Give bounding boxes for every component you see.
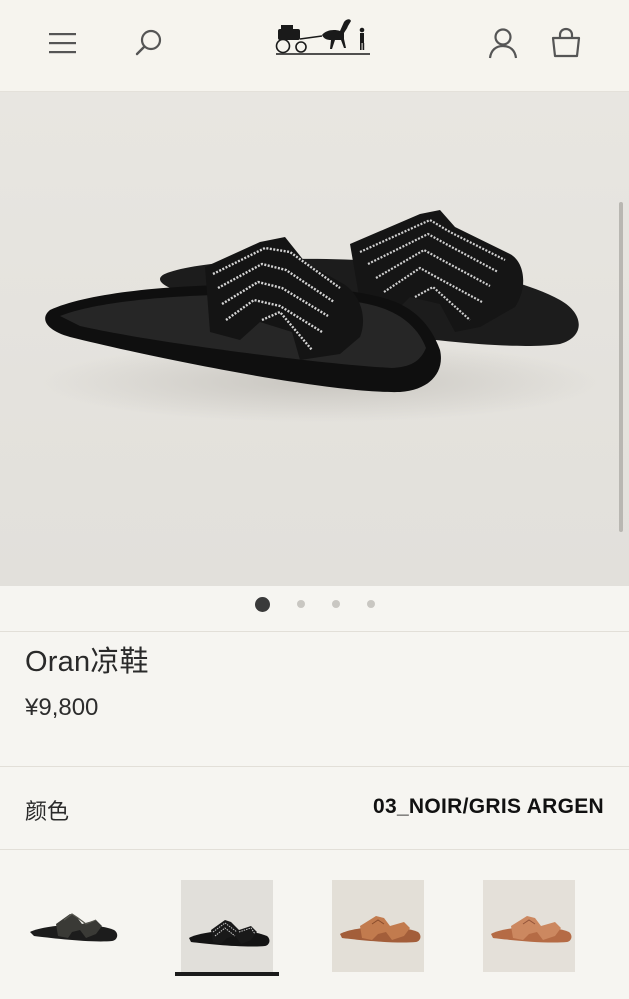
color-swatch-black-crystal[interactable] <box>181 880 273 972</box>
color-label: 颜色 <box>25 799 70 824</box>
top-header <box>0 0 629 92</box>
carousel-dots <box>0 594 629 614</box>
hamburger-menu-icon <box>49 33 76 54</box>
divider <box>0 766 629 767</box>
selected-swatch-indicator <box>175 972 279 976</box>
color-swatch-tan[interactable] <box>332 880 424 972</box>
carousel-dot-1[interactable] <box>254 596 270 612</box>
color-swatch-tan-light[interactable] <box>483 880 575 972</box>
product-title: Oran凉鞋 <box>25 646 149 678</box>
shopping-bag-icon <box>551 27 581 58</box>
scroll-indicator[interactable] <box>619 202 623 532</box>
color-value[interactable]: 03_NOIR/GRIS ARGEN <box>373 795 604 819</box>
color-swatch-black[interactable] <box>26 880 118 972</box>
account-icon <box>488 28 518 59</box>
product-image[interactable] <box>0 92 629 586</box>
search-button[interactable] <box>132 26 166 60</box>
search-icon <box>135 29 162 56</box>
product-page: Oran凉鞋 ¥9,800 颜色 03_NOIR/GRIS ARGEN <box>0 0 629 999</box>
shopping-bag-button[interactable] <box>549 26 583 60</box>
carousel-dot-4[interactable] <box>366 600 375 608</box>
carousel-dot-2[interactable] <box>296 600 305 608</box>
carriage-logo[interactable] <box>274 12 372 58</box>
menu-button[interactable] <box>46 26 80 60</box>
account-button[interactable] <box>486 26 520 60</box>
divider <box>0 631 629 632</box>
product-price: ¥9,800 <box>25 694 99 721</box>
sandal-image <box>40 210 600 422</box>
carousel-dot-3[interactable] <box>331 600 340 608</box>
divider <box>0 849 629 850</box>
